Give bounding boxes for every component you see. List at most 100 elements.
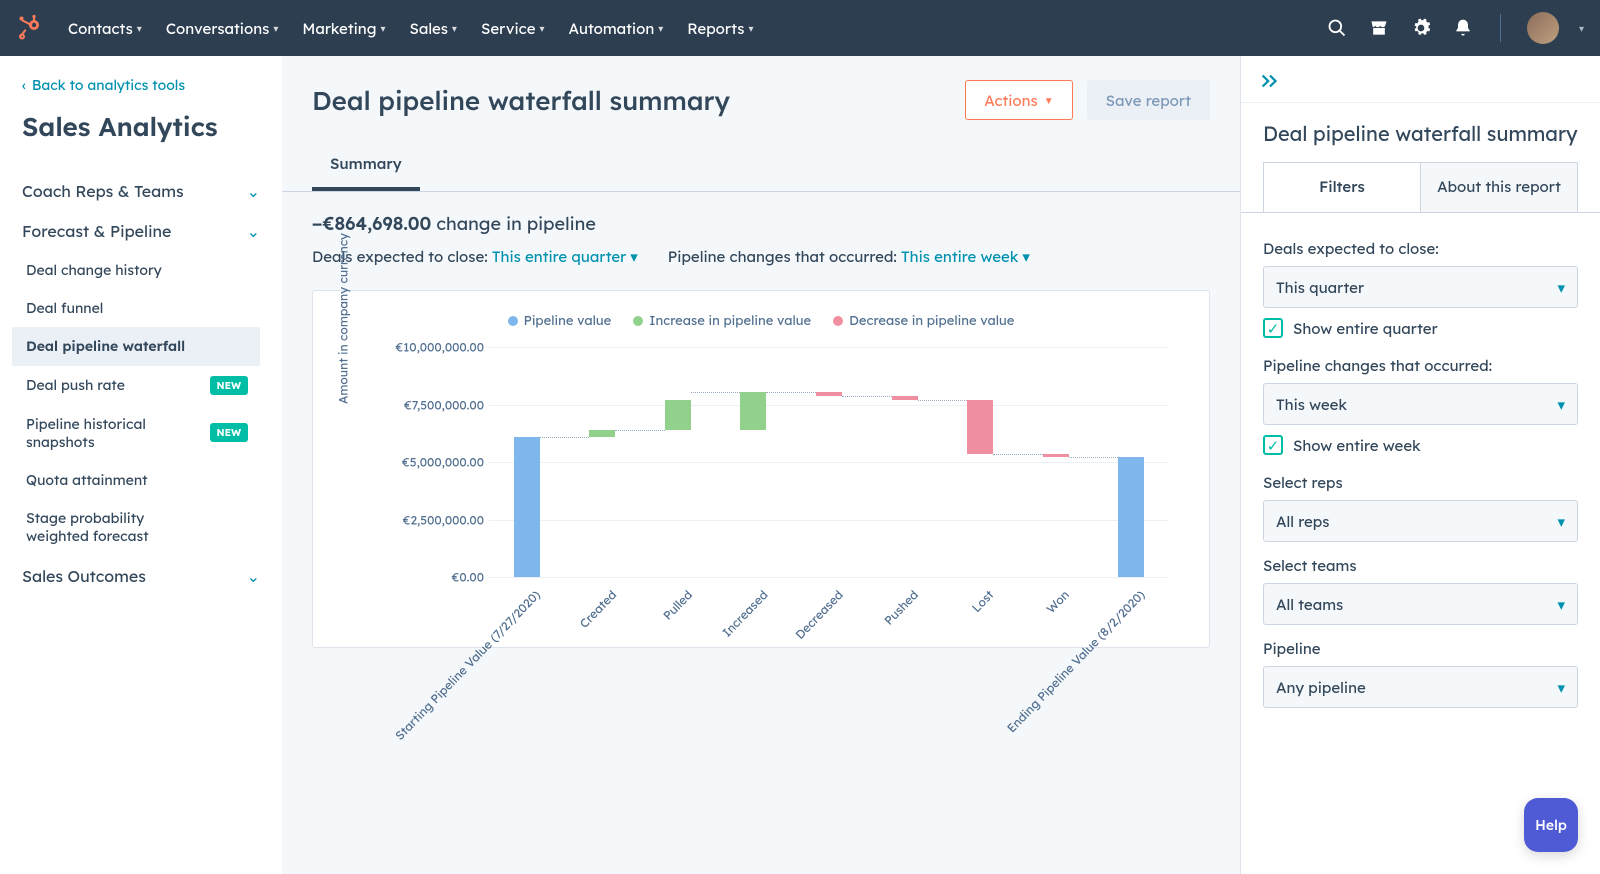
group-coach[interactable]: Coach Reps & Teams ⌄	[22, 171, 260, 211]
chevron-down-icon: ▾	[380, 22, 385, 35]
badge-new: NEW	[210, 423, 248, 442]
waterfall-bar[interactable]	[816, 392, 842, 397]
x-tick: Ending Pipeline Value (8/2/2020)	[1004, 587, 1148, 735]
badge-new: NEW	[210, 376, 248, 395]
nav-conversations[interactable]: Conversations▾	[166, 19, 279, 38]
plot-area	[489, 347, 1169, 577]
sidebar-item-pipeline-historical-snapshots[interactable]: Pipeline historical snapshotsNEW	[12, 405, 260, 461]
chevron-down-icon: ▾	[1557, 678, 1565, 697]
changes-entire-checkbox[interactable]: ✓Show entire week	[1263, 435, 1578, 455]
topbar-right: ▾	[1326, 12, 1584, 44]
sidebar-item-deal-push-rate[interactable]: Deal push rateNEW	[12, 366, 260, 405]
teams-select[interactable]: All teams▾	[1263, 583, 1578, 625]
x-tick: Pulled	[659, 587, 694, 623]
y-tick: €7,500,000.00	[389, 397, 484, 412]
y-tick: €10,000,000.00	[389, 340, 484, 355]
avatar[interactable]	[1527, 12, 1559, 44]
waterfall-bar[interactable]	[1043, 454, 1069, 457]
y-tick: €2,500,000.00	[389, 512, 484, 527]
chevron-left-icon: ‹	[22, 76, 26, 94]
tab-about[interactable]: About this report	[1420, 163, 1577, 212]
x-tick: Pushed	[881, 587, 921, 628]
chevron-down-icon: ▾	[748, 22, 753, 35]
x-tick: Won	[1043, 587, 1072, 616]
chevron-down-icon: ▾	[539, 22, 544, 35]
actions-button[interactable]: Actions▼	[965, 80, 1072, 120]
x-tick: Increased	[719, 587, 771, 640]
legend-dot-icon	[833, 316, 843, 326]
inline-filters: Deals expected to close: This entire qua…	[312, 247, 1210, 266]
checkbox-checked-icon: ✓	[1263, 318, 1283, 338]
close-select[interactable]: This quarter▾	[1263, 266, 1578, 308]
teams-label: Select teams	[1263, 556, 1578, 575]
filter-close-value[interactable]: This entire quarter ▾	[492, 247, 638, 266]
nav-automation[interactable]: Automation▾	[569, 19, 664, 38]
legend-increase: Increase in pipeline value	[633, 313, 811, 329]
sidebar-item-deal-change-history[interactable]: Deal change history	[12, 251, 260, 289]
close-entire-checkbox[interactable]: ✓Show entire quarter	[1263, 318, 1578, 338]
filters-body: Deals expected to close: This quarter▾ ✓…	[1241, 212, 1600, 748]
head-actions: Actions▼ Save report	[965, 80, 1210, 120]
waterfall-bar[interactable]	[514, 437, 540, 577]
pipeline-select[interactable]: Any pipeline▾	[1263, 666, 1578, 708]
group-forecast[interactable]: Forecast & Pipeline ⌄	[22, 211, 260, 251]
save-report-button[interactable]: Save report	[1087, 80, 1210, 120]
pipeline-label: Pipeline	[1263, 639, 1578, 658]
waterfall-bar[interactable]	[1118, 457, 1144, 577]
x-tick: Starting Pipeline Value (7/27/2020)	[392, 587, 543, 743]
chevron-down-icon: ▼	[1044, 94, 1054, 107]
chevron-down-icon: ⌄	[247, 181, 260, 201]
nav-sales[interactable]: Sales▾	[409, 19, 456, 38]
x-tick: Decreased	[792, 587, 846, 642]
y-tick: €0.00	[389, 570, 484, 585]
nav-marketing[interactable]: Marketing▾	[302, 19, 385, 38]
sidebar-item-quota-attainment[interactable]: Quota attainment	[12, 461, 260, 499]
changes-select[interactable]: This week▾	[1263, 383, 1578, 425]
x-tick: Lost	[969, 587, 997, 615]
main: Deal pipeline waterfall summary Actions▼…	[282, 56, 1240, 874]
group-sales-outcomes[interactable]: Sales Outcomes ⌄	[22, 556, 260, 596]
chevron-down-icon: ▾	[1557, 395, 1565, 414]
waterfall-bar[interactable]	[665, 400, 691, 430]
waterfall-bar[interactable]	[967, 400, 993, 454]
x-axis: Starting Pipeline Value (7/27/2020)Creat…	[489, 581, 1169, 701]
nav-reports[interactable]: Reports▾	[687, 19, 753, 38]
bell-icon[interactable]	[1452, 17, 1474, 39]
tab-filters[interactable]: Filters	[1264, 163, 1420, 212]
chevron-down-icon: ▾	[452, 22, 457, 35]
legend-dot-icon	[508, 316, 518, 326]
tab-summary[interactable]: Summary	[312, 144, 420, 191]
back-link[interactable]: ‹ Back to analytics tools	[22, 76, 260, 94]
reps-select[interactable]: All reps▾	[1263, 500, 1578, 542]
tabs: Summary	[282, 144, 1240, 192]
chevron-down-icon: ▾	[137, 22, 142, 35]
main-nav: Contacts▾ Conversations▾ Marketing▾ Sale…	[68, 19, 1326, 38]
chevron-down-icon: ▾	[273, 22, 278, 35]
main-head: Deal pipeline waterfall summary Actions▼…	[282, 80, 1240, 120]
chevron-down-icon: ▾	[1557, 512, 1565, 531]
x-tick: Created	[576, 587, 619, 631]
group-forecast-items: Deal change history Deal funnel Deal pip…	[12, 251, 260, 556]
nav-service[interactable]: Service▾	[481, 19, 545, 38]
topbar: Contacts▾ Conversations▾ Marketing▾ Sale…	[0, 0, 1600, 56]
waterfall-bar[interactable]	[589, 430, 615, 437]
chevron-down-icon: ▾	[658, 22, 663, 35]
panel-title: Deal pipeline waterfall summary	[1241, 103, 1600, 162]
nav-contacts[interactable]: Contacts▾	[68, 19, 142, 38]
collapse-panel-icon[interactable]	[1241, 56, 1600, 103]
sidebar-item-stage-probability[interactable]: Stage probability weighted forecast	[12, 499, 260, 555]
gear-icon[interactable]	[1410, 17, 1432, 39]
sidebar-item-deal-pipeline-waterfall[interactable]: Deal pipeline waterfall	[12, 327, 260, 365]
marketplace-icon[interactable]	[1368, 17, 1390, 39]
chevron-down-icon: ▾	[1557, 278, 1565, 297]
help-button[interactable]: Help	[1524, 798, 1578, 852]
filter-changes-value[interactable]: This entire week ▾	[901, 247, 1030, 266]
report-title: Deal pipeline waterfall summary	[312, 84, 730, 117]
y-axis-label: Amount in company currency	[336, 233, 351, 404]
waterfall-bar[interactable]	[892, 396, 918, 399]
sidebar-item-deal-funnel[interactable]: Deal funnel	[12, 289, 260, 327]
search-icon[interactable]	[1326, 17, 1348, 39]
hubspot-logo-icon[interactable]	[16, 14, 44, 42]
chevron-down-icon[interactable]: ▾	[1579, 22, 1584, 35]
waterfall-bar[interactable]	[740, 392, 766, 430]
